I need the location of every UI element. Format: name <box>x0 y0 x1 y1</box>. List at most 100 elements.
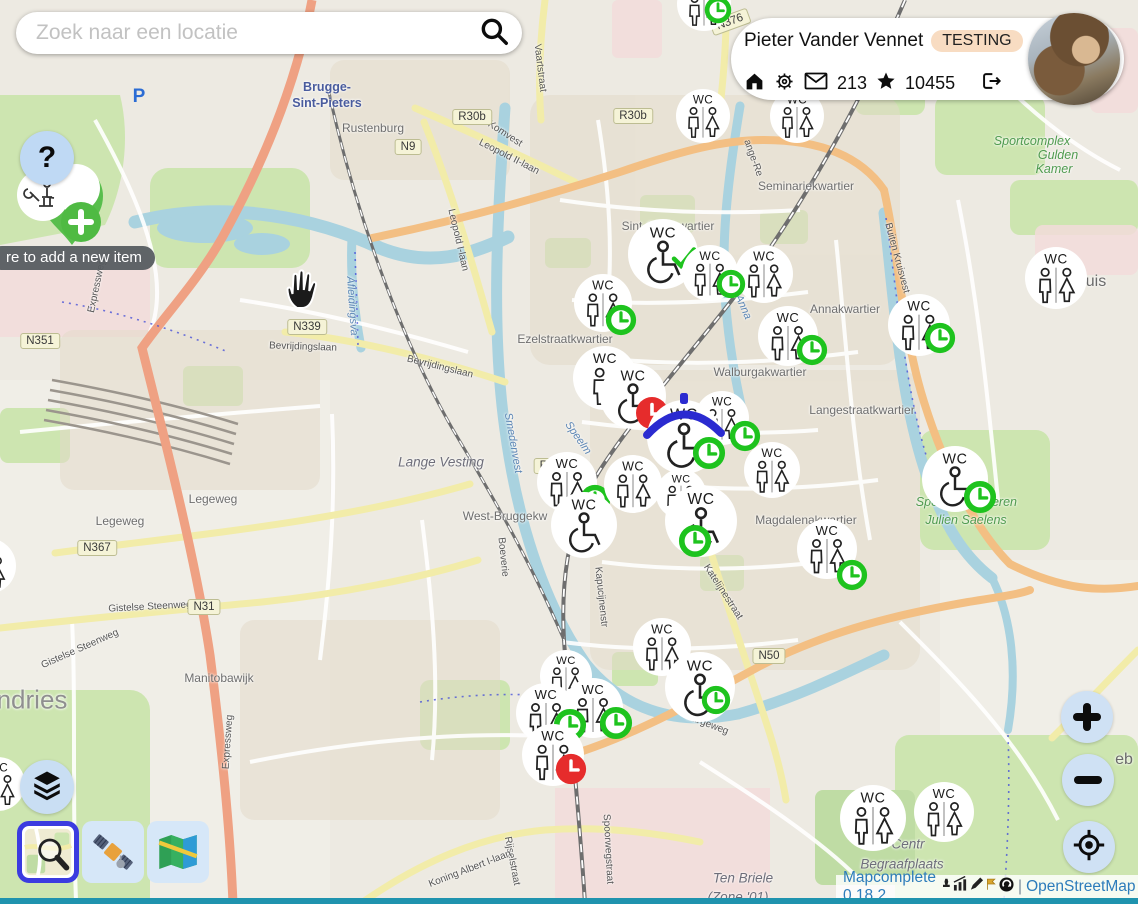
geolocate-button[interactable] <box>1063 821 1115 873</box>
svg-text:WC: WC <box>933 786 956 801</box>
map-marker-toilet-pair[interactable]: WC <box>797 519 857 579</box>
attribution-osm-link[interactable]: OpenStreetMap <box>1026 878 1135 896</box>
search-icon[interactable] <box>478 15 510 52</box>
home-icon[interactable] <box>744 71 765 97</box>
map-label: Annakwartier <box>810 302 880 316</box>
background-chooser <box>17 821 209 883</box>
layers-button[interactable] <box>20 760 74 814</box>
svg-text:WC: WC <box>816 523 839 538</box>
map-label: Gistelse Steenweg <box>40 627 121 671</box>
map-label: Kamer <box>1036 162 1073 176</box>
svg-text:WC: WC <box>621 369 646 385</box>
svg-text:WC: WC <box>672 473 691 485</box>
svg-text:WC: WC <box>687 491 714 508</box>
help-label: ? <box>38 141 56 175</box>
svg-text:WC: WC <box>651 622 673 636</box>
opening-hours-badge-open <box>836 559 868 591</box>
map-marker-toilet-wheelchair[interactable]: WC <box>665 652 735 722</box>
svg-text:WC: WC <box>699 249 720 263</box>
svg-text:WC: WC <box>687 658 713 675</box>
pencil-icon[interactable] <box>969 876 984 897</box>
folded-map-icon <box>155 829 201 875</box>
map-label: Manitobawijk <box>184 671 253 685</box>
svg-text:WC: WC <box>556 456 579 471</box>
map-marker-toilet-pair[interactable]: WC <box>677 0 731 31</box>
map-marker-toilet-pair[interactable]: WC <box>758 306 818 366</box>
tooltip-text: re to add a new item <box>6 249 142 266</box>
statistics-icon[interactable] <box>940 876 952 897</box>
map-label: ange-Re <box>741 138 764 178</box>
map-label: Katelijnestraat <box>701 562 745 621</box>
avatar[interactable] <box>1028 13 1120 105</box>
map-marker-toilet-pair[interactable]: WC <box>840 785 906 851</box>
map-label: Bevrijdingslaan <box>406 353 474 380</box>
map-label: Afleidingsva <box>344 276 360 336</box>
map-label: Spoorwegstraat <box>601 814 616 885</box>
satellite-icon <box>90 829 136 875</box>
layers-icon <box>30 768 64 807</box>
svg-text:WC: WC <box>1044 252 1067 267</box>
background-option-satellite[interactable] <box>82 821 144 883</box>
translation-icon[interactable] <box>985 876 998 897</box>
map-label: Bevrijdingslaan <box>269 340 337 353</box>
chart-icon[interactable] <box>953 876 968 897</box>
road-shield: N31 <box>187 599 220 615</box>
map-marker-toilet-pair[interactable]: WC <box>1025 247 1087 309</box>
help-button[interactable]: ? <box>20 131 74 185</box>
mail-icon[interactable] <box>804 72 828 95</box>
road-shield: N50 <box>752 648 785 664</box>
map-marker-toilet-wheelchair[interactable]: WC <box>665 485 737 557</box>
map-label: Leopold I-laan <box>446 208 471 272</box>
opening-hours-badge-open <box>704 0 732 24</box>
map-marker-toilet-pair[interactable]: WC <box>574 274 632 332</box>
map-label: Lange Vesting <box>398 455 484 470</box>
background-option-map-style[interactable] <box>147 821 209 883</box>
svg-text:WC: WC <box>582 682 605 697</box>
map-label: P <box>133 86 146 108</box>
zoom-in-button[interactable] <box>1061 691 1113 743</box>
background-option-map[interactable] <box>17 821 79 883</box>
svg-text:WC: WC <box>693 93 713 106</box>
map-label: Ten Briele <box>713 871 773 886</box>
map-marker-toilet-pair[interactable]: WC <box>682 245 738 301</box>
road-shield: N367 <box>77 540 117 556</box>
map-label: Legeweg <box>96 514 145 528</box>
map-marker-toilet-pair[interactable]: WC <box>522 724 584 786</box>
svg-text:WC: WC <box>650 225 676 242</box>
map-label: Sportcomplex <box>994 134 1070 148</box>
map-marker-toilet-pair[interactable]: WC <box>744 442 800 498</box>
map-marker-toilet-wheelchair[interactable]: WC <box>922 446 988 512</box>
map-label: Gistelse Steenweg <box>108 599 192 614</box>
map-label: Koning Albert I-laan <box>427 848 512 890</box>
svg-text:WC: WC <box>777 310 800 325</box>
opening-hours-badge-open <box>701 685 731 715</box>
map-label: Vaartstraat <box>532 43 549 92</box>
map-marker-toilet-pair[interactable]: WC <box>676 89 730 143</box>
zoom-out-button[interactable] <box>1062 754 1114 806</box>
svg-text:WC: WC <box>572 498 597 514</box>
community-icon[interactable] <box>999 877 1014 897</box>
map-label: Legeweg <box>189 492 238 506</box>
svg-text:WC: WC <box>541 729 564 744</box>
opening-hours-badge-open <box>599 706 633 740</box>
map-label: Ezelstraatkwartier <box>517 332 612 346</box>
search-input[interactable] <box>34 20 478 46</box>
svg-text:WC: WC <box>907 299 930 314</box>
map-label: Smedenvest <box>502 412 524 474</box>
opening-hours-badge-open <box>963 480 997 514</box>
map-marker-toilet-pair[interactable]: WC <box>914 782 974 842</box>
attribution-bar: Mapcomplete 0.18.2 | OpenStreetMap <box>836 875 1138 898</box>
road-shield: N351 <box>20 333 60 349</box>
bottom-accent-strip <box>0 898 1138 904</box>
attribution-icons <box>940 876 1014 897</box>
map-label: Kapucijnenstr <box>592 566 609 627</box>
map-marker-toilet-pair[interactable]: WC <box>0 538 16 594</box>
map-marker-toilet-pair[interactable]: WC <box>604 455 662 513</box>
map-marker-toilet-pair[interactable]: WC <box>888 294 950 356</box>
map-label: Rustenburg <box>342 121 404 135</box>
logout-icon[interactable] <box>979 70 1002 97</box>
svg-text:WC: WC <box>861 791 886 807</box>
map-label: Expressweg <box>221 714 236 769</box>
gear-icon[interactable] <box>774 71 795 97</box>
selected-direction-arc <box>639 393 729 441</box>
